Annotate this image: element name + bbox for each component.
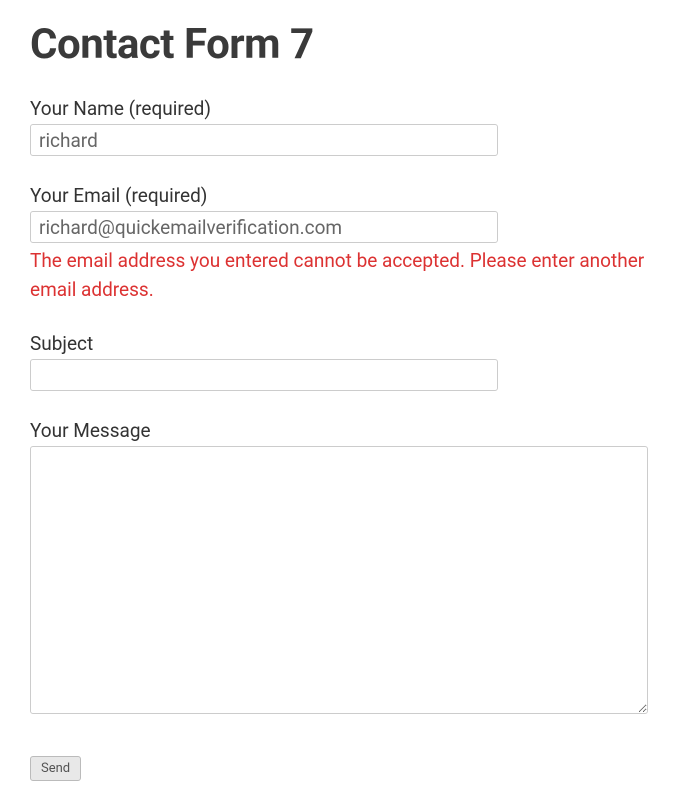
- name-group: Your Name (required): [30, 97, 657, 156]
- message-label: Your Message: [30, 419, 657, 442]
- subject-label: Subject: [30, 332, 657, 355]
- name-input[interactable]: [30, 124, 498, 156]
- message-group: Your Message: [30, 419, 657, 718]
- email-group: Your Email (required) The email address …: [30, 184, 657, 304]
- page-title: Contact Form 7: [30, 20, 657, 69]
- send-button[interactable]: Send: [30, 756, 81, 781]
- contact-form: Your Name (required) Your Email (require…: [30, 97, 657, 781]
- email-input[interactable]: [30, 211, 498, 243]
- message-textarea[interactable]: [30, 446, 648, 714]
- subject-input[interactable]: [30, 359, 498, 391]
- email-error-message: The email address you entered cannot be …: [30, 247, 650, 304]
- name-label: Your Name (required): [30, 97, 657, 120]
- subject-group: Subject: [30, 332, 657, 391]
- email-label: Your Email (required): [30, 184, 657, 207]
